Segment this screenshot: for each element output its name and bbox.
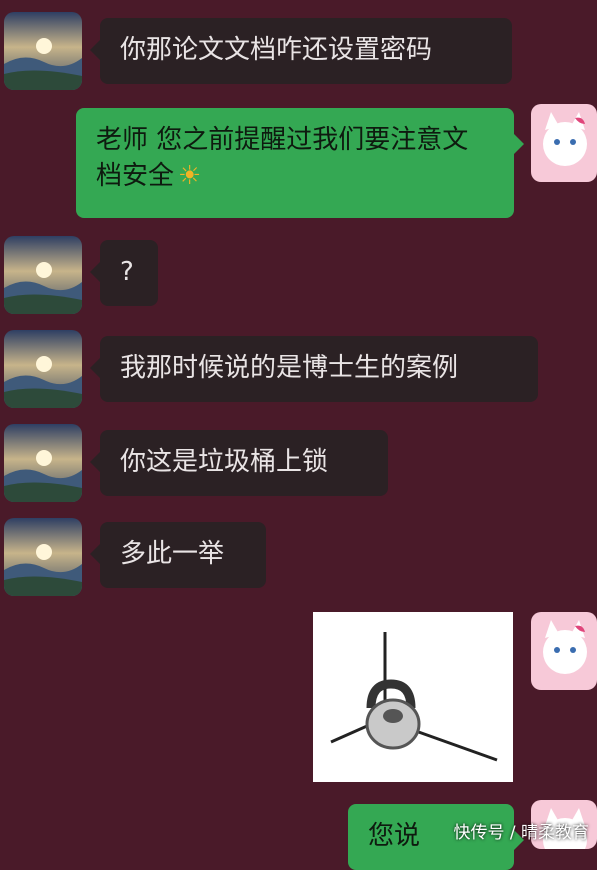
watermark: 快传号 / 晴柔教育 xyxy=(453,823,589,843)
landscape-avatar-icon xyxy=(4,236,82,314)
landscape-avatar-icon xyxy=(4,12,82,90)
message-bubble-outgoing[interactable]: 老师 您之前提醒过我们要注意文档安全 ☀ xyxy=(76,108,524,218)
message-bubble-incoming[interactable]: ? xyxy=(90,240,158,306)
landscape-avatar-icon xyxy=(4,518,82,596)
sun-emoji-icon: ☀ xyxy=(178,161,202,191)
my-avatar[interactable] xyxy=(531,612,597,690)
message-bubble-incoming[interactable]: 你那论文文档咋还设置密码 xyxy=(90,18,512,84)
landscape-avatar-icon xyxy=(4,330,82,408)
my-avatar[interactable] xyxy=(531,104,597,182)
landscape-avatar-icon xyxy=(4,424,82,502)
lock-sticker[interactable] xyxy=(313,612,513,782)
message-text: 多此一举 xyxy=(120,539,225,569)
message-bubble-incoming[interactable]: 你这是垃圾桶上锁 xyxy=(90,430,388,496)
message-text: 你那论文文档咋还设置密码 xyxy=(120,35,433,65)
cat-avatar-icon xyxy=(531,104,597,182)
message-text: ? xyxy=(120,257,134,287)
message-text: 老师 您之前提醒过我们要注意文档安全 xyxy=(96,125,469,191)
contact-avatar[interactable] xyxy=(4,330,82,408)
contact-avatar[interactable] xyxy=(4,236,82,314)
contact-avatar[interactable] xyxy=(4,12,82,90)
message-bubble-incoming[interactable]: 多此一举 xyxy=(90,522,266,588)
message-text: 我那时候说的是博士生的案例 xyxy=(120,353,459,383)
contact-avatar[interactable] xyxy=(4,518,82,596)
contact-avatar[interactable] xyxy=(4,424,82,502)
padlock-sticker-icon xyxy=(330,632,498,762)
cat-avatar-icon xyxy=(531,612,597,690)
message-text: 您说 xyxy=(368,821,421,851)
message-text: 你这是垃圾桶上锁 xyxy=(120,447,329,477)
message-bubble-incoming[interactable]: 我那时候说的是博士生的案例 xyxy=(90,336,538,402)
